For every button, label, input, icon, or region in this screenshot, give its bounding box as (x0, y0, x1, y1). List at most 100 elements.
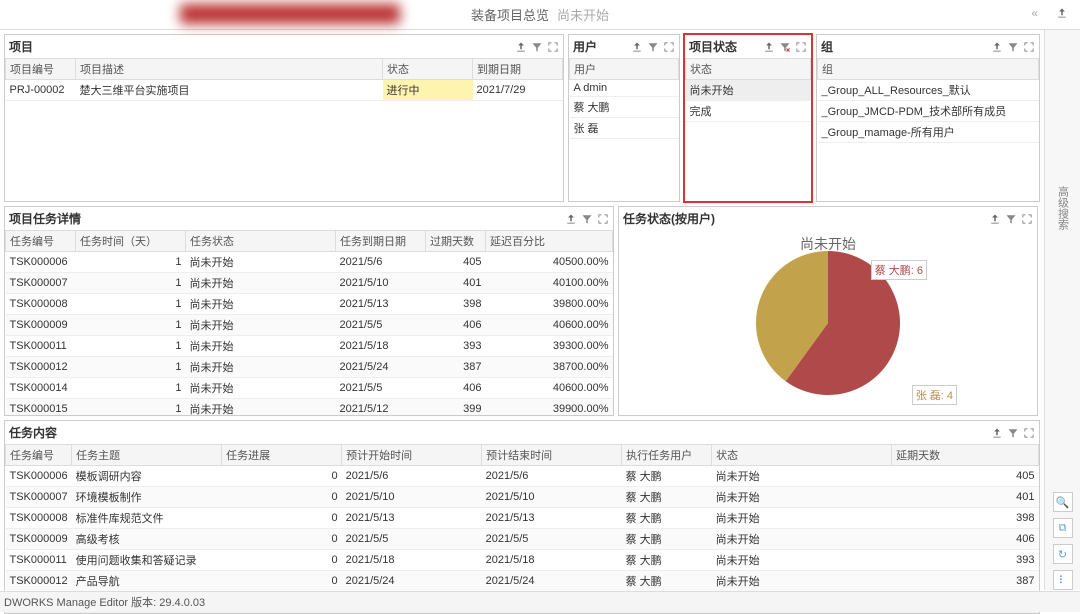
expand-icon[interactable] (794, 40, 807, 53)
search-icon[interactable]: 🔍 (1053, 492, 1073, 512)
table-row[interactable]: _Group_mamage-所有用户 (818, 122, 1039, 143)
legend-item: 张 磊: 4 (912, 385, 957, 405)
col-header[interactable]: 状态 (712, 445, 892, 466)
expand-icon[interactable] (1022, 426, 1035, 439)
panel-task-detail: 项目任务详情 任务编号 任务时间（天） 任务状态 任务到期日期 过期天数 延迟百… (4, 206, 614, 416)
filter-clear-icon[interactable] (778, 40, 791, 53)
app-header: 装备项目总览 尚未开始 (0, 0, 1080, 30)
task-content-table[interactable]: 任务编号 任务主题 任务进展 预计开始时间 预计结束时间 执行任务用户 状态 延… (5, 444, 1039, 613)
export-icon[interactable] (564, 212, 577, 225)
table-row[interactable]: TSK0000061尚未开始2021/5/640540500.00% (6, 252, 613, 273)
panel-user: 用户 用户A dmin蔡 大鹏张 磊 (568, 34, 680, 202)
table-row[interactable]: TSK0000091尚未开始2021/5/540640600.00% (6, 315, 613, 336)
col-header[interactable]: 项目编号 (6, 59, 76, 80)
col-header[interactable]: 执行任务用户 (622, 445, 712, 466)
filter-icon[interactable] (646, 40, 659, 53)
export-icon[interactable] (988, 212, 1001, 225)
table-row[interactable]: _Group_ALL_Resources_默认 (818, 80, 1039, 101)
page-title: 装备项目总览 (471, 5, 549, 24)
table-row[interactable]: TSK000006模板调研内容02021/5/62021/5/6蔡 大鹏尚未开始… (6, 466, 1039, 487)
col-header[interactable]: 预计结束时间 (482, 445, 622, 466)
expand-icon[interactable] (662, 40, 675, 53)
export-icon[interactable] (762, 40, 775, 53)
chart-title: 尚未开始 (800, 234, 856, 254)
panel-project: 项目 项目编号 项目描述 状态 到期日期 PRJ-00002楚大三维平台实施项目… (4, 34, 564, 202)
sidebar-label[interactable]: 高级搜索 (1055, 186, 1071, 230)
col-header[interactable]: 到期日期 (473, 59, 563, 80)
table-row[interactable]: A dmin (570, 80, 679, 97)
expand-icon[interactable] (1020, 212, 1033, 225)
col-header[interactable]: 项目描述 (76, 59, 383, 80)
right-sidebar: 高级搜索 🔍 ⧉ ↻ ⠇ (1044, 30, 1080, 590)
col-header[interactable]: 任务到期日期 (336, 231, 426, 252)
copy-icon[interactable]: ⧉ (1053, 518, 1073, 538)
export-icon[interactable] (1055, 6, 1068, 19)
filter-icon[interactable] (1006, 40, 1019, 53)
export-icon[interactable] (514, 40, 527, 53)
col-header[interactable]: 任务编号 (6, 231, 76, 252)
panel-title: 项目状态 (689, 38, 737, 55)
refresh-icon[interactable]: ↻ (1053, 544, 1073, 564)
col-header[interactable]: 任务编号 (6, 445, 72, 466)
table-row[interactable]: TSK0000081尚未开始2021/5/1339839800.00% (6, 294, 613, 315)
table-row[interactable]: TSK0000141尚未开始2021/5/540640600.00% (6, 378, 613, 399)
col-header[interactable]: 用户 (570, 59, 679, 80)
status-table[interactable]: 状态尚未开始完成 (685, 58, 811, 122)
panel-title: 组 (821, 38, 833, 55)
col-header[interactable]: 过期天数 (426, 231, 486, 252)
panel-title: 项目 (9, 38, 33, 55)
panel-title: 任务内容 (9, 424, 57, 441)
panel-title: 项目任务详情 (9, 210, 81, 227)
panel-group: 组 组_Group_ALL_Resources_默认_Group_JMCD-PD… (816, 34, 1040, 202)
share-icon[interactable]: ⠇ (1053, 570, 1073, 590)
project-table[interactable]: 项目编号 项目描述 状态 到期日期 PRJ-00002楚大三维平台实施项目进行中… (5, 58, 563, 101)
table-row[interactable]: TSK000011使用问题收集和答疑记录02021/5/182021/5/18蔡… (6, 550, 1039, 571)
user-table[interactable]: 用户A dmin蔡 大鹏张 磊 (569, 58, 679, 139)
panel-title: 任务状态(按用户) (623, 210, 715, 227)
table-row[interactable]: 尚未开始 (686, 80, 811, 101)
table-row[interactable]: TSK0000071尚未开始2021/5/1040140100.00% (6, 273, 613, 294)
table-row[interactable]: TSK000009高级考核02021/5/52021/5/5蔡 大鹏尚未开始40… (6, 529, 1039, 550)
export-icon[interactable] (990, 40, 1003, 53)
col-header[interactable]: 预计开始时间 (342, 445, 482, 466)
col-header[interactable]: 任务主题 (72, 445, 222, 466)
table-row[interactable]: _Group_JMCD-PDM_技术部所有成员 (818, 101, 1039, 122)
table-row[interactable]: 张 磊 (570, 118, 679, 139)
filter-icon[interactable] (1004, 212, 1017, 225)
col-header[interactable]: 状态 (383, 59, 473, 80)
export-icon[interactable] (630, 40, 643, 53)
col-header[interactable]: 任务时间（天） (76, 231, 186, 252)
task-detail-table[interactable]: 任务编号 任务时间（天） 任务状态 任务到期日期 过期天数 延迟百分比 TSK0… (5, 230, 613, 415)
col-header[interactable]: 任务状态 (186, 231, 336, 252)
table-row[interactable]: PRJ-00002楚大三维平台实施项目进行中2021/7/29 (6, 80, 563, 101)
legend-item: 蔡 大鹏: 6 (871, 260, 927, 280)
export-icon[interactable] (990, 426, 1003, 439)
panel-task-content: 任务内容 任务编号 任务主题 任务进展 预计开始时间 预计结束时间 执行任务用户… (4, 420, 1040, 614)
table-row[interactable]: TSK000012产品导航02021/5/242021/5/24蔡 大鹏尚未开始… (6, 571, 1039, 592)
table-row[interactable]: TSK0000111尚未开始2021/5/1839339300.00% (6, 336, 613, 357)
filter-icon[interactable] (530, 40, 543, 53)
panel-title: 用户 (573, 38, 597, 55)
table-row[interactable]: 蔡 大鹏 (570, 97, 679, 118)
col-header[interactable]: 延期天数 (892, 445, 1039, 466)
page-subtitle: 尚未开始 (557, 5, 609, 24)
filter-icon[interactable] (1006, 426, 1019, 439)
group-table[interactable]: 组_Group_ALL_Resources_默认_Group_JMCD-PDM_… (817, 58, 1039, 143)
obscured-region (180, 4, 400, 24)
expand-icon[interactable] (596, 212, 609, 225)
collapse-icon[interactable]: « (1031, 6, 1038, 20)
col-header[interactable]: 延迟百分比 (486, 231, 613, 252)
col-header[interactable]: 任务进展 (222, 445, 342, 466)
col-header[interactable]: 组 (818, 59, 1039, 80)
expand-icon[interactable] (1022, 40, 1035, 53)
col-header[interactable]: 状态 (686, 59, 811, 80)
table-row[interactable]: TSK0000121尚未开始2021/5/2438738700.00% (6, 357, 613, 378)
table-row[interactable]: 完成 (686, 101, 811, 122)
panel-project-status: 项目状态 状态尚未开始完成 (684, 34, 812, 202)
table-row[interactable]: TSK0000151尚未开始2021/5/1239939900.00% (6, 399, 613, 416)
panel-task-by-user: 任务状态(按用户) 尚未开始 蔡 大鹏: 6 张 磊: 4 (618, 206, 1038, 416)
filter-icon[interactable] (580, 212, 593, 225)
expand-icon[interactable] (546, 40, 559, 53)
table-row[interactable]: TSK000007环境模板制作02021/5/102021/5/10蔡 大鹏尚未… (6, 487, 1039, 508)
table-row[interactable]: TSK000008标准件库规范文件02021/5/132021/5/13蔡 大鹏… (6, 508, 1039, 529)
